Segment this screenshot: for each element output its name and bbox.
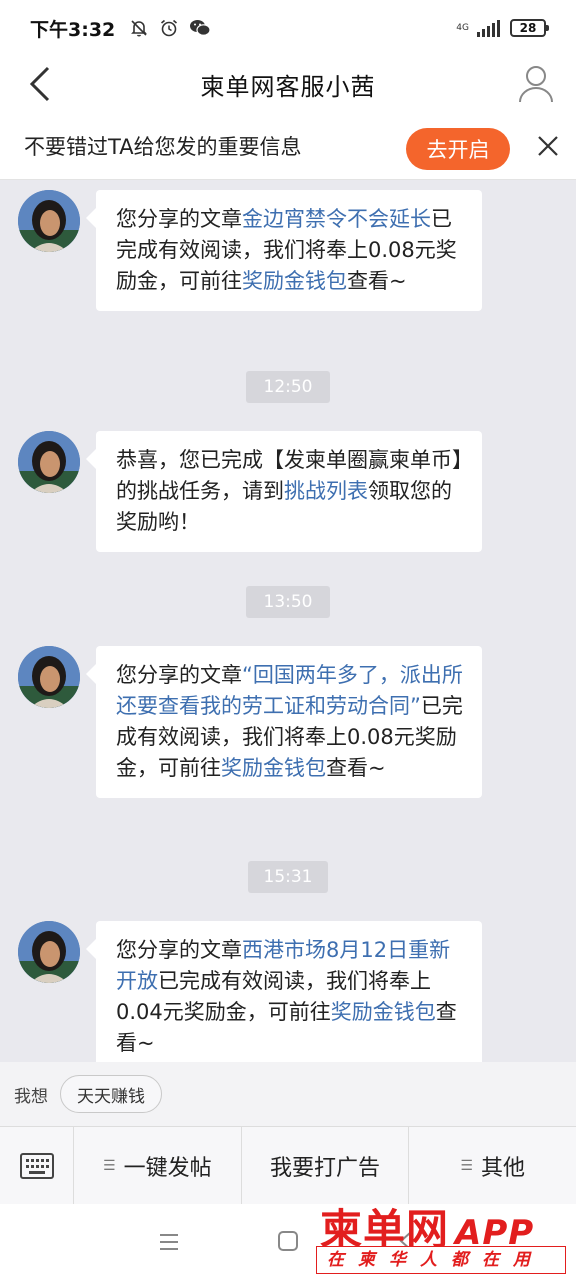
avatar-photo-icon [18, 921, 80, 983]
menu-list-icon: ☰ [103, 1157, 116, 1174]
avatar-photo-icon [18, 190, 80, 252]
suggestion-chip[interactable]: 天天赚钱 [60, 1075, 162, 1113]
avatar-photo-icon [18, 431, 80, 493]
reward-wallet-link[interactable]: 奖励金钱包 [242, 269, 347, 293]
message-text: 您分享的文章 [116, 207, 242, 231]
keyboard-icon [19, 1152, 54, 1179]
timestamp: 12:50 [246, 371, 330, 403]
profile-button[interactable] [516, 62, 556, 106]
chat-header: 柬单网客服小茜 [0, 56, 576, 112]
avatar[interactable] [18, 431, 80, 493]
network-type: 4G [456, 23, 469, 33]
menu-label: 一键发帖 [123, 1155, 212, 1181]
message-bubble: 恭喜，您已完成【发柬单圈赢柬单币】的挑战任务，请到挑战列表领取您的奖励哟！ [86, 431, 482, 552]
close-icon [538, 136, 558, 156]
message-bubble: 您分享的文章西港市场8月12日重新开放已完成有效阅读，我们将奉上0.04元奖励金… [86, 921, 482, 1062]
status-time: 下午3:32 [30, 18, 116, 41]
user-icon [519, 66, 553, 103]
challenge-list-link[interactable]: 挑战列表 [284, 479, 368, 503]
suggestion-bar: 我想 天天赚钱 [0, 1062, 576, 1126]
avatar-photo-icon [18, 646, 80, 708]
message-bubble: 您分享的文章“回国两年多了，派出所还要查看我的劳工证和劳动合同”已完成有效阅读，… [86, 646, 482, 798]
avatar[interactable] [18, 921, 80, 983]
article-link[interactable]: 金边宵禁令不会延长 [242, 207, 431, 231]
menu-other[interactable]: ☰ 其他 [409, 1127, 576, 1205]
back-button[interactable] [24, 64, 64, 104]
status-right: 4G 28 [456, 19, 549, 37]
suggestion-label: 我想 [14, 1086, 48, 1107]
status-bar: 下午3:32 4G 28 [0, 0, 576, 56]
keyboard-toggle-button[interactable] [0, 1126, 74, 1205]
home-icon[interactable] [277, 1230, 299, 1252]
message-text: 查看~ [326, 756, 386, 780]
bottom-menu: ☰ 一键发帖 我要打广告 ☰ 其他 [0, 1126, 576, 1205]
chevron-left-icon [29, 66, 50, 102]
mute-bell-icon [131, 20, 148, 37]
notification-text: 不要错过TA给您发的重要信息 [24, 134, 302, 159]
message-text: 您分享的文章 [116, 663, 242, 687]
brand-watermark: 柬单网 APP 在柬华人都在用 [312, 1196, 574, 1280]
menu-label: 其他 [480, 1155, 525, 1181]
brand-slogan: 在柬华人都在用 [316, 1246, 566, 1274]
message-text: 查看~ [347, 269, 407, 293]
message-text: 您分享的文章 [116, 938, 242, 962]
menu-advertise[interactable]: 我要打广告 [242, 1126, 410, 1205]
enable-notification-button[interactable]: 去开启 [406, 128, 510, 170]
chat-list[interactable]: 您分享的文章金边宵禁令不会延长已完成有效阅读，我们将奉上0.08元奖励金，可前往… [0, 180, 576, 1062]
timestamp: 15:31 [248, 861, 328, 893]
page-title: 柬单网客服小茜 [200, 72, 376, 101]
wechat-icon [190, 20, 211, 36]
timestamp: 13:50 [246, 586, 330, 618]
alarm-clock-icon [161, 19, 178, 37]
avatar[interactable] [18, 646, 80, 708]
menu-list-icon: ☰ [460, 1157, 473, 1174]
status-icons [129, 18, 211, 38]
reward-wallet-link[interactable]: 奖励金钱包 [331, 1000, 436, 1024]
notification-bar: 不要错过TA给您发的重要信息 去开启 [0, 112, 576, 180]
recent-apps-icon[interactable] [158, 1232, 180, 1252]
menu-label: 我要打广告 [270, 1155, 381, 1181]
menu-quick-post[interactable]: ☰ 一键发帖 [74, 1126, 242, 1205]
battery-icon: 28 [510, 19, 549, 37]
reward-wallet-link[interactable]: 奖励金钱包 [221, 756, 326, 780]
message-bubble: 您分享的文章金边宵禁令不会延长已完成有效阅读，我们将奉上0.08元奖励金，可前往… [86, 190, 482, 311]
signal-icon [477, 19, 500, 37]
avatar[interactable] [18, 190, 80, 252]
close-notification-button[interactable] [536, 134, 560, 158]
